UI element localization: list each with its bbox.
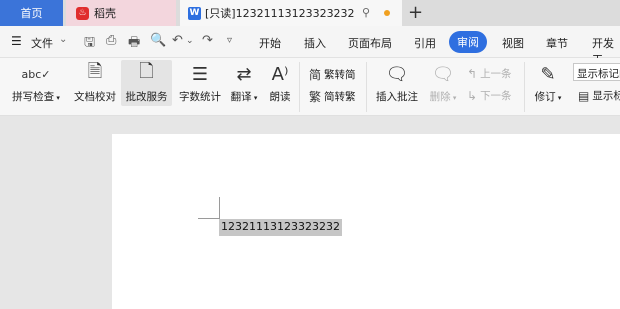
tab-bar: 首页 ♨ 稻壳 W [只读]12321113123323232 ⚲ + — [0, 0, 620, 26]
tab-home[interactable]: 首页 — [0, 0, 63, 26]
trad-to-simp-label: 繁转简 — [324, 69, 356, 81]
margin-mark — [198, 218, 220, 219]
trad-to-simp-icon: 简 — [309, 68, 322, 82]
pin-icon[interactable]: ⚲ — [362, 6, 370, 19]
document-page[interactable]: 12321113123323232 — [112, 134, 620, 309]
print-icon[interactable]: 🖶 — [128, 33, 140, 55]
spell-check-button[interactable]: abc✓ 拼写检查 ▾ — [9, 60, 63, 104]
tab-review[interactable]: 审阅 — [449, 31, 487, 53]
save-icon[interactable]: 🖫 — [84, 33, 95, 55]
comment-add-icon: 🗨 — [385, 63, 409, 85]
read-aloud-icon: A⁾ — [271, 63, 289, 85]
tab-start[interactable]: 开始 — [259, 35, 281, 51]
undo-chevron-icon[interactable]: ⌄ — [186, 36, 194, 46]
redo-icon[interactable]: ↷ — [202, 33, 213, 48]
tab-insert[interactable]: 插入 — [304, 35, 326, 51]
tab-view[interactable]: 视图 — [502, 35, 524, 51]
next-label: 下一条 — [480, 90, 512, 102]
simp-to-trad-button[interactable]: 繁 简转繁 — [309, 88, 356, 105]
more-icon[interactable]: ▿ — [227, 35, 232, 46]
read-aloud-button[interactable]: A⁾ 朗读 — [266, 60, 294, 104]
chevron-down-icon[interactable]: ⌄ — [59, 34, 67, 45]
word-count-icon: ☰ — [191, 63, 209, 85]
doc-proof-label: 文档校对 — [74, 91, 116, 103]
spell-check-label: 拼写检查 — [12, 91, 55, 103]
track-changes-label: 修订 — [534, 91, 556, 103]
tab-document-label: [只读]12321113123323232 — [205, 7, 355, 20]
tab-page-layout[interactable]: 页面布局 — [348, 35, 392, 51]
review-service-label: 批改服务 — [125, 91, 168, 103]
tab-daoke[interactable]: ♨ 稻壳 — [66, 0, 176, 26]
undo-icon[interactable]: ↶ — [172, 33, 183, 48]
unsaved-dot-icon — [384, 10, 390, 16]
review-service-icon: 🗋 — [139, 61, 154, 82]
delete-comment-button[interactable]: 🗨 删除 ▾ — [426, 60, 460, 104]
ribbon-divider — [524, 62, 525, 112]
show-markup-button[interactable]: ▤ 显示标 — [578, 88, 620, 103]
translate-icon: ⇄ — [236, 63, 252, 85]
review-ribbon: abc✓ 拼写检查 ▾ 🗎 文档校对 🗋 批改服务 ☰ 字数统计 ⇄ 翻译 ▾ … — [0, 58, 620, 116]
daoke-logo-icon: ♨ — [76, 6, 89, 20]
export-pdf-icon[interactable]: ⎙ — [106, 33, 116, 48]
hamburger-menu-icon[interactable]: ☰ — [11, 34, 22, 48]
translate-button[interactable]: ⇄ 翻译 ▾ — [228, 60, 260, 104]
menu-bar: ☰ 文件 ⌄ 🖫 ⎙ 🖶 🔍 ↶ ⌄ ↷ ▿ 开始 插入 页面布局 引用 审阅 … — [0, 26, 620, 66]
comment-delete-icon: 🗨 — [431, 63, 455, 85]
doc-proof-button[interactable]: 🗎 文档校对 — [70, 60, 120, 104]
show-markup-label: 显示标 — [592, 90, 620, 102]
read-aloud-label: 朗读 — [269, 91, 291, 103]
delete-label: 删除 — [429, 91, 451, 103]
simp-to-trad-icon: 繁 — [309, 90, 322, 104]
file-menu[interactable]: 文件 — [31, 35, 53, 51]
selected-text[interactable]: 12321113123323232 — [219, 219, 342, 236]
word-count-button[interactable]: ☰ 字数统计 — [175, 60, 225, 104]
writer-doc-icon: W — [188, 6, 201, 20]
next-comment-button[interactable]: ↳ 下一条 — [467, 88, 512, 103]
prev-label: 上一条 — [480, 68, 512, 80]
insert-comment-label: 插入批注 — [376, 91, 418, 103]
print-preview-icon[interactable]: 🔍 — [150, 33, 166, 48]
prev-comment-button[interactable]: ↰ 上一条 — [467, 66, 512, 81]
spell-check-icon: abc✓ — [21, 67, 51, 81]
simp-to-trad-label: 简转繁 — [324, 91, 356, 103]
document-area: 12321113123323232 — [0, 116, 620, 309]
next-icon: ↳ — [467, 88, 478, 103]
new-tab-button[interactable]: + — [408, 2, 423, 23]
track-changes-icon: ✎ — [540, 63, 556, 85]
translate-label: 翻译 — [230, 91, 252, 103]
word-count-label: 字数统计 — [179, 91, 221, 103]
track-changes-button[interactable]: ✎ 修订 ▾ — [531, 60, 565, 104]
tab-document[interactable]: W [只读]12321113123323232 ⚲ — [180, 0, 402, 26]
tab-home-label: 首页 — [20, 7, 43, 20]
insert-comment-button[interactable]: 🗨 插入批注 — [374, 60, 420, 104]
doc-proof-icon: 🗎 — [87, 61, 103, 82]
margin-mark — [219, 197, 220, 219]
ribbon-divider — [299, 62, 300, 112]
trad-to-simp-button[interactable]: 简 繁转简 — [309, 66, 356, 83]
tab-references[interactable]: 引用 — [414, 35, 436, 51]
review-service-button[interactable]: 🗋 批改服务 — [121, 60, 172, 106]
tab-chapter[interactable]: 章节 — [546, 35, 568, 51]
markup-mode-select[interactable]: 显示标记的 — [573, 63, 620, 81]
show-markup-icon: ▤ — [578, 88, 590, 103]
ribbon-divider — [366, 62, 367, 112]
prev-icon: ↰ — [467, 66, 478, 81]
tab-daoke-label: 稻壳 — [94, 7, 116, 20]
